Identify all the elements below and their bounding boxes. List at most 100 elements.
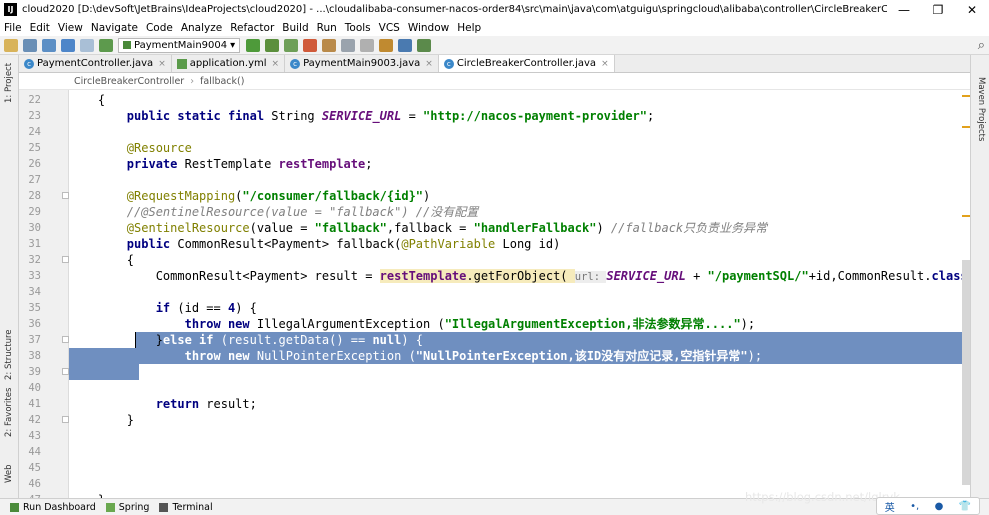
ime-skin-icon[interactable]: 👕	[959, 501, 971, 512]
code-line[interactable]: public CommonResult<Payment> fallback(@P…	[69, 236, 970, 252]
code-token: public	[126, 237, 171, 251]
menu-code[interactable]: Code	[146, 22, 173, 34]
project-structure-icon[interactable]	[341, 38, 356, 52]
close-tab-icon[interactable]: ×	[272, 59, 280, 69]
close-tab-icon[interactable]: ×	[425, 59, 433, 69]
code-line[interactable]: private RestTemplate restTemplate;	[69, 156, 970, 172]
minimize-button[interactable]: —	[887, 3, 921, 17]
code-line[interactable]: throw new IllegalArgumentException ("Ill…	[69, 316, 970, 332]
ime-user-icon[interactable]: ●	[935, 501, 944, 512]
menu-edit[interactable]: Edit	[30, 22, 50, 34]
sync-icon[interactable]	[42, 38, 56, 52]
run-configuration-select[interactable]: PaymentMain9004 ▾	[118, 37, 241, 53]
code-line[interactable]: @Resource	[69, 140, 970, 156]
save-icon[interactable]	[23, 38, 37, 52]
vcs-icon[interactable]	[322, 38, 337, 52]
code-line[interactable]	[69, 172, 970, 188]
open-folder-icon[interactable]	[4, 38, 18, 52]
build-icon[interactable]	[99, 38, 113, 52]
tab-label: PaymentController.java	[37, 58, 154, 69]
coverage-icon[interactable]	[284, 38, 299, 52]
code-token: ) {	[401, 333, 424, 347]
menu-build[interactable]: Build	[282, 22, 308, 34]
structure-icon[interactable]	[398, 38, 413, 52]
close-tab-icon[interactable]: ×	[601, 59, 609, 69]
tab-application-yml[interactable]: application.yml ×	[172, 55, 286, 72]
fold-marker-icon[interactable]	[62, 336, 69, 343]
code-line[interactable]	[69, 284, 970, 300]
ime-language[interactable]: 英	[885, 499, 895, 514]
window-title: cloud2020 [D:\devSoft\JetBrains\IdeaProj…	[22, 4, 887, 15]
fold-marker-icon[interactable]	[62, 416, 69, 423]
menu-refactor[interactable]: Refactor	[230, 22, 274, 34]
ime-toolbar[interactable]: 英 •, ● 👕	[876, 497, 980, 515]
code-line[interactable]	[69, 444, 970, 460]
maximize-button[interactable]: ❐	[921, 3, 955, 17]
tool-button-run-dashboard[interactable]: Run Dashboard	[10, 502, 96, 513]
code-line[interactable]	[69, 428, 970, 444]
breadcrumb-method[interactable]: fallback()	[200, 76, 244, 87]
fold-marker-icon[interactable]	[62, 368, 69, 375]
tab-paymentcontroller-java[interactable]: c PaymentController.java ×	[19, 55, 172, 72]
tool-window-maven[interactable]: Maven Projects	[976, 77, 986, 141]
class-icon: c	[24, 58, 34, 69]
spring-icon	[105, 502, 115, 512]
line-number: 26	[28, 158, 41, 170]
settings-icon[interactable]	[379, 38, 394, 52]
menu-navigate[interactable]: Navigate	[91, 22, 138, 34]
menu-vcs[interactable]: VCS	[379, 22, 400, 34]
back-arrow-icon[interactable]	[61, 38, 75, 52]
code-line[interactable]: @SentinelResource(value = "fallback",fal…	[69, 220, 970, 236]
close-tab-icon[interactable]: ×	[158, 59, 166, 69]
menu-analyze[interactable]: Analyze	[181, 22, 222, 34]
code-line[interactable]	[69, 380, 970, 396]
line-number-gutter[interactable]: 22 23 24 25 26 27 28 29 30 31 32 33 34 35 36 37 38 39 40 41…	[19, 90, 69, 506]
sdk-icon[interactable]	[360, 38, 375, 52]
code-line[interactable]: CommonResult<Payment> result = restTempl…	[69, 268, 970, 284]
code-line[interactable]: {	[69, 252, 970, 268]
plugin-icon[interactable]	[417, 38, 432, 52]
tool-window-project[interactable]: 1: Project	[4, 63, 14, 103]
stop-icon[interactable]	[303, 38, 318, 52]
menu-help[interactable]: Help	[457, 22, 481, 34]
menu-tools[interactable]: Tools	[345, 22, 371, 34]
tool-window-favorites[interactable]: 2: Favorites	[4, 388, 14, 437]
forward-arrow-icon[interactable]	[80, 38, 94, 52]
fold-marker-icon[interactable]	[62, 192, 69, 199]
code-line[interactable]: }	[69, 412, 970, 428]
tool-window-structure[interactable]: 2: Structure	[4, 329, 14, 380]
vertical-scrollbar-thumb[interactable]	[962, 260, 970, 485]
code-line[interactable]: public static final String SERVICE_URL =…	[69, 108, 970, 124]
code-line[interactable]: //@SentinelResource(value = "fallback") …	[69, 204, 970, 220]
menu-file[interactable]: File	[4, 22, 22, 34]
code-editor[interactable]: { public static final String SERVICE_URL…	[69, 90, 970, 498]
tool-window-web[interactable]: Web	[4, 464, 14, 483]
debug-icon[interactable]	[265, 38, 280, 52]
breadcrumb-class[interactable]: CircleBreakerController	[74, 76, 184, 87]
code-line[interactable]: return result;	[69, 396, 970, 412]
tool-button-terminal[interactable]: Terminal	[159, 502, 213, 513]
code-line[interactable]: }else if (result.getData() == null) {	[69, 332, 970, 348]
close-button[interactable]: ✕	[955, 3, 989, 17]
intellij-icon: IJ	[4, 3, 17, 16]
run-icon[interactable]	[246, 38, 261, 52]
code-line[interactable]: @RequestMapping("/consumer/fallback/{id}…	[69, 188, 970, 204]
code-line[interactable]: throw new NullPointerException ("NullPoi…	[69, 348, 970, 364]
tab-circlebreakercontroller-java[interactable]: c CircleBreakerController.java ×	[438, 55, 615, 72]
code-line[interactable]	[69, 124, 970, 140]
ime-punctuation-icon[interactable]: •,	[910, 501, 919, 512]
menu-window[interactable]: Window	[408, 22, 449, 34]
search-everywhere-icon[interactable]: ⌕	[978, 38, 985, 53]
fold-marker-icon[interactable]	[62, 256, 69, 263]
tab-paymentmain9003-java[interactable]: c PaymentMain9003.java ×	[285, 55, 439, 72]
tool-button-spring[interactable]: Spring	[105, 502, 149, 513]
run-configuration-label: PaymentMain9004	[134, 39, 228, 51]
menu-run[interactable]: Run	[317, 22, 337, 34]
code-token: "/paymentSQL/"	[707, 269, 809, 283]
code-line[interactable]: if (id == 4) {	[69, 300, 970, 316]
code-line[interactable]: }	[69, 364, 970, 380]
menu-view[interactable]: View	[58, 22, 83, 34]
code-line[interactable]	[69, 460, 970, 476]
error-stripe[interactable]	[962, 90, 970, 498]
code-line[interactable]: {	[69, 92, 970, 108]
